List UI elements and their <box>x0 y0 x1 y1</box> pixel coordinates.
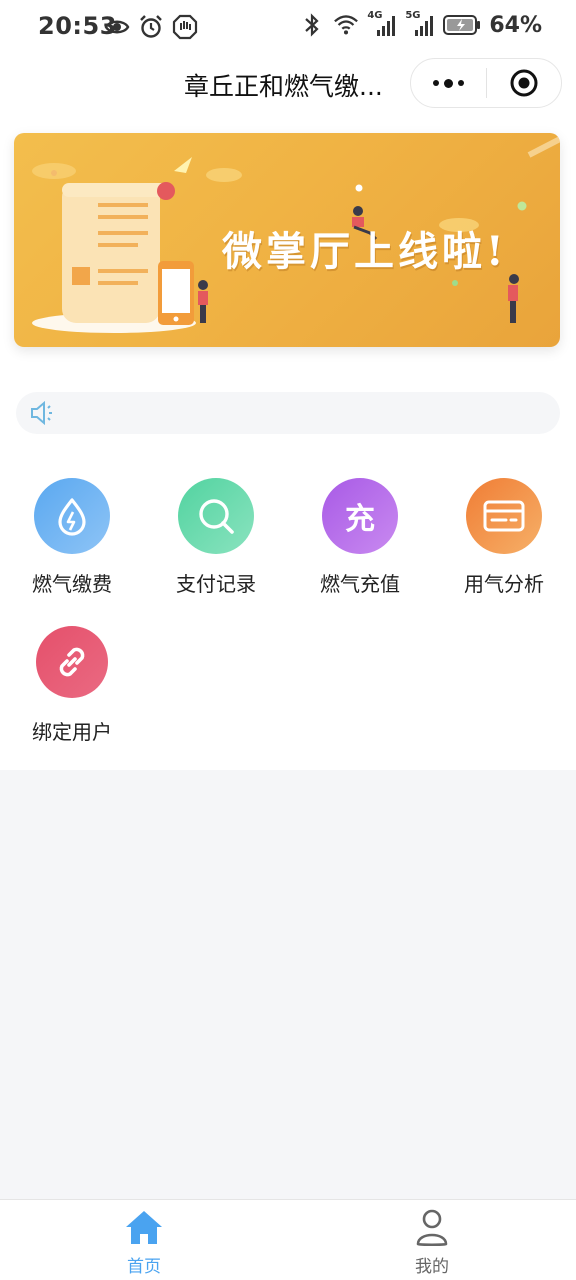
tab-mine[interactable]: 我的 <box>360 1208 504 1277</box>
status-bar: 20:53 4G 5G 64% <box>0 0 576 54</box>
eye-icon <box>104 14 130 40</box>
alarm-icon <box>138 14 164 40</box>
home-icon <box>126 1211 162 1244</box>
recharge-icon: 充 <box>322 478 398 554</box>
menu-gas-payment[interactable]: 燃气缴费 <box>0 478 144 618</box>
menu-label: 燃气充值 <box>320 572 400 596</box>
wifi-icon <box>333 12 359 38</box>
tab-mine-label: 我的 <box>415 1257 449 1277</box>
battery-icon <box>443 12 481 38</box>
more-dot-icon <box>432 80 439 86</box>
more-dot-icon <box>457 80 464 86</box>
menu-label: 用气分析 <box>464 572 544 596</box>
status-left-icons <box>104 14 198 40</box>
network-5g-label: 5G <box>405 10 421 21</box>
card-icon <box>466 478 542 554</box>
search-icon <box>178 478 254 554</box>
signal-4g-icon: 4G <box>367 10 397 38</box>
more-button[interactable] <box>411 59 486 107</box>
signal-5g-icon: 5G <box>405 10 435 38</box>
status-right-icons: 4G 5G 64% <box>299 10 542 38</box>
tab-bar: 首页 我的 <box>0 1199 576 1280</box>
menu-label: 绑定用户 <box>32 720 112 744</box>
menu-gas-analysis[interactable]: 用气分析 <box>432 478 576 618</box>
battery-percentage: 64% <box>489 12 542 38</box>
tab-home[interactable]: 首页 <box>72 1208 216 1277</box>
link-icon <box>36 626 108 698</box>
gas-drop-icon <box>34 478 110 554</box>
target-close-icon <box>510 69 538 97</box>
network-4g-label: 4G <box>367 10 383 21</box>
menu-payment-records[interactable]: 支付记录 <box>144 478 288 618</box>
menu-bind-user[interactable]: 绑定用户 <box>0 626 144 766</box>
user-icon <box>416 1209 448 1247</box>
bluetooth-icon <box>299 12 325 38</box>
title-bar: 章丘正和燃气缴... <box>0 54 576 114</box>
tab-home-label: 首页 <box>127 1257 161 1277</box>
menu-label: 支付记录 <box>176 572 256 596</box>
close-button[interactable] <box>487 59 562 107</box>
recharge-icon-text: 充 <box>345 502 375 537</box>
menu-gas-recharge[interactable]: 充 燃气充值 <box>288 478 432 618</box>
banner-headline: 微掌厅上线啦! <box>222 228 508 275</box>
hand-icon <box>172 14 198 40</box>
mini-program-capsule <box>410 58 562 108</box>
notice-bar[interactable] <box>16 392 560 434</box>
page-title: 章丘正和燃气缴... <box>184 72 383 101</box>
more-dot-icon <box>443 78 453 88</box>
promo-banner[interactable]: 微掌厅上线啦! <box>14 133 560 347</box>
speaker-icon <box>28 398 58 432</box>
menu-label: 燃气缴费 <box>32 572 112 596</box>
